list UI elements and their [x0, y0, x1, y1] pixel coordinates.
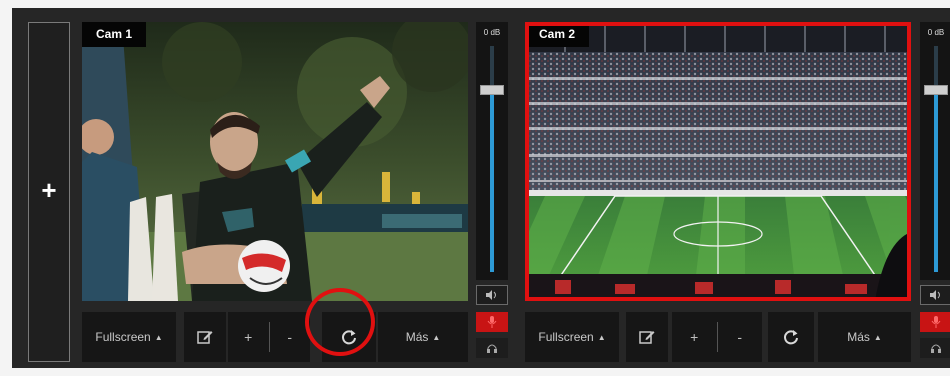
camera-1-edit-button[interactable]: [184, 312, 226, 362]
camera-1-zoom-out-button[interactable]: -: [270, 329, 311, 345]
camera-2-db-label: 0 dB: [927, 28, 945, 37]
camera-2-zoom-controls: + -: [672, 312, 762, 362]
camera-1-label: Cam 1: [82, 22, 147, 47]
camera-2-more-label: Más: [847, 330, 870, 344]
camera-1-db-label: 0 dB: [483, 28, 501, 37]
camera-1-more-label: Más: [405, 330, 429, 344]
camera-1-headphones-button[interactable]: [476, 338, 508, 358]
camera-2-label: Cam 2: [525, 22, 590, 47]
camera-2-volume-fader[interactable]: 0 dB: [920, 22, 950, 280]
camera-2-headphones-button[interactable]: [920, 338, 950, 358]
camera-1-speaker-button[interactable]: [476, 285, 508, 305]
camera-2-speaker-button[interactable]: [920, 285, 950, 305]
camera-1-fullscreen-button[interactable]: Fullscreen ▲: [82, 312, 176, 362]
camera-2-zoom-out-button[interactable]: -: [718, 329, 763, 345]
camera-2-more-button[interactable]: Más ▲: [818, 312, 911, 362]
multicam-panel: + Cam 1 0 dB Cam 2 0 dB Fullscreen ▲ + -…: [12, 8, 950, 368]
caret-up-icon: ▲: [873, 332, 882, 342]
microphone-icon: [487, 316, 497, 328]
edit-icon: [639, 331, 655, 344]
camera-1-more-button[interactable]: Más ▲: [378, 312, 468, 362]
camera-1-zoom-in-button[interactable]: +: [228, 329, 269, 345]
camera-1-fullscreen-label: Fullscreen: [95, 330, 151, 344]
speaker-icon: [486, 290, 496, 300]
camera-2-image: [525, 22, 911, 301]
microphone-icon: [931, 316, 941, 328]
camera-1-fader-knob[interactable]: [480, 85, 504, 95]
camera-2-zoom-in-button[interactable]: +: [672, 329, 717, 345]
camera-2-fader-level: [934, 91, 938, 272]
caret-up-icon: ▲: [154, 332, 163, 342]
caret-up-icon: ▲: [597, 332, 606, 342]
headphones-icon: [487, 344, 497, 353]
add-icon: +: [41, 175, 57, 205]
camera-2-fullscreen-label: Fullscreen: [538, 330, 594, 344]
add-camera-button[interactable]: +: [28, 22, 70, 362]
caret-up-icon: ▲: [432, 332, 441, 342]
camera-1-mic-button[interactable]: [476, 312, 508, 332]
camera-2-fader-knob[interactable]: [924, 85, 948, 95]
camera-1-image: [82, 22, 468, 301]
headphones-icon: [931, 344, 941, 353]
camera-1-zoom-controls: + -: [228, 312, 310, 362]
camera-1-preview[interactable]: Cam 1: [82, 22, 468, 301]
highlight-circle: [305, 288, 375, 356]
camera-2-fullscreen-button[interactable]: Fullscreen ▲: [525, 312, 619, 362]
refresh-icon: [784, 330, 798, 345]
camera-2-edit-button[interactable]: [626, 312, 668, 362]
camera-2-preview[interactable]: Cam 2: [525, 22, 911, 301]
edit-icon: [197, 331, 213, 344]
camera-1-volume-fader[interactable]: 0 dB: [476, 22, 508, 280]
camera-1-fader-level: [490, 91, 494, 272]
camera-2-refresh-button[interactable]: [768, 312, 814, 362]
speaker-icon: [930, 290, 940, 300]
camera-2-mic-button[interactable]: [920, 312, 950, 332]
